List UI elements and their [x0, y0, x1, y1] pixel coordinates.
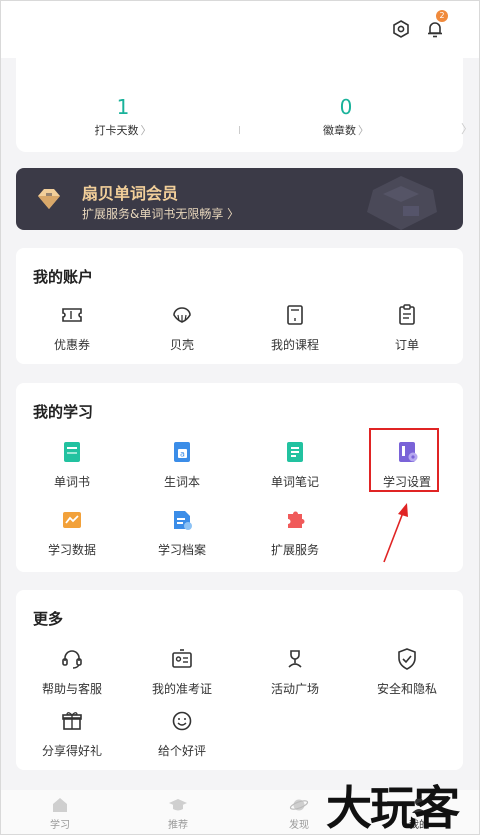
study-data-label: 学习数据 [47, 543, 96, 557]
study-title: 我的学习 [33, 403, 94, 421]
wordbook-item[interactable]: 单词书 [17, 439, 127, 490]
extension-label: 扩展服务 [270, 543, 319, 557]
tab-discover[interactable]: 发现 [269, 796, 329, 831]
notification-badge: 2 [436, 10, 448, 22]
highlight-box [369, 428, 439, 492]
activity-item[interactable]: 活动广场 [240, 646, 350, 697]
study-archive-icon [169, 507, 195, 533]
stats-card: 1 打卡天数〉 0 徽章数〉 〉 [16, 58, 473, 152]
order-item[interactable]: 订单 [352, 302, 462, 353]
checkin-days-label: 打卡天数 [94, 124, 139, 137]
admission-ticket-icon [169, 646, 195, 672]
top-bar: 2 [0, 0, 480, 58]
tab-study-label: 学习 [50, 820, 70, 831]
course-label: 我的课程 [270, 338, 319, 352]
admission-ticket-item[interactable]: 我的准考证 [127, 646, 237, 697]
word-notes-item[interactable]: 单词笔记 [240, 439, 350, 490]
coupon-item[interactable]: 优惠券 [17, 302, 127, 353]
gift-icon [59, 708, 85, 734]
divider [239, 126, 240, 134]
chevron-right-icon: 〉 [140, 124, 152, 137]
admission-ticket-label: 我的准考证 [151, 682, 212, 696]
shell-icon [169, 302, 195, 328]
study-data-icon [59, 507, 85, 533]
extension-item[interactable]: 扩展服务 [240, 507, 350, 558]
chevron-right-icon: 〉 [460, 122, 473, 136]
more-card: 更多 帮助与客服 我的准考证 活动广场 安全和隐私 分享得好礼 给个好评 [16, 590, 463, 770]
rate-label: 给个好评 [157, 744, 206, 758]
graduation-cap-icon [168, 796, 188, 814]
headset-icon [59, 646, 85, 672]
checkin-days-stat[interactable]: 1 打卡天数〉 [63, 94, 183, 138]
rate-item[interactable]: 给个好评 [127, 708, 237, 759]
security-label: 安全和隐私 [376, 682, 437, 696]
account-title: 我的账户 [33, 268, 94, 286]
security-item[interactable]: 安全和隐私 [352, 646, 462, 697]
study-archive-item[interactable]: 学习档案 [127, 507, 237, 558]
vocab-notebook-label: 生词本 [163, 475, 200, 489]
tab-recommend[interactable]: 推荐 [148, 796, 208, 831]
shield-icon [394, 646, 420, 672]
wordbook-icon [59, 439, 85, 465]
watermark: 大玩客 [326, 781, 460, 835]
tab-recommend-label: 推荐 [168, 820, 188, 831]
activity-icon [282, 646, 308, 672]
course-icon [282, 302, 308, 328]
account-card: 我的账户 优惠券 贝壳 我的课程 订单 [16, 248, 463, 364]
vocab-notebook-icon: a [169, 439, 195, 465]
share-label: 分享得好礼 [41, 744, 102, 758]
arrow-annotation-icon [383, 503, 408, 563]
member-banner[interactable]: 扇贝单词会员 扩展服务&单词书无限畅享 〉 [16, 168, 463, 230]
bell-icon[interactable]: 2 [424, 10, 448, 40]
tab-discover-label: 发现 [289, 820, 309, 831]
planet-icon [289, 796, 309, 814]
chevron-right-icon: 〉 [358, 124, 369, 137]
more-title: 更多 [33, 610, 64, 628]
tab-study[interactable]: 学习 [30, 796, 90, 831]
word-notes-label: 单词笔记 [270, 475, 319, 489]
study-data-item[interactable]: 学习数据 [17, 507, 127, 558]
order-icon [394, 302, 420, 328]
smile-icon [169, 708, 195, 734]
wordbook-label: 单词书 [53, 475, 90, 489]
badge-count-stat[interactable]: 0 徽章数〉 [286, 94, 406, 138]
activity-label: 活动广场 [270, 682, 319, 696]
coupon-label: 优惠券 [53, 338, 90, 352]
vocab-notebook-item[interactable]: a 生词本 [127, 439, 237, 490]
shell-label: 贝壳 [169, 338, 194, 352]
course-item[interactable]: 我的课程 [240, 302, 350, 353]
share-item[interactable]: 分享得好礼 [17, 708, 127, 759]
settings-hexagon-icon[interactable] [390, 18, 412, 40]
help-item[interactable]: 帮助与客服 [17, 646, 127, 697]
extension-icon [282, 507, 308, 533]
svg-text:a: a [180, 450, 185, 459]
diamond-decoration-icon [367, 176, 437, 230]
home-icon [50, 796, 70, 814]
coupon-icon [59, 302, 85, 328]
diamond-icon [38, 189, 60, 209]
badge-count-value: 0 [339, 95, 353, 119]
member-subtitle: 扩展服务&单词书无限畅享 〉 [82, 207, 240, 221]
checkin-days-value: 1 [116, 95, 130, 119]
member-title: 扇贝单词会员 [82, 184, 179, 203]
badge-count-label: 徽章数 [323, 124, 356, 137]
help-label: 帮助与客服 [41, 682, 102, 696]
shell-item[interactable]: 贝壳 [127, 302, 237, 353]
order-label: 订单 [394, 338, 419, 352]
study-archive-label: 学习档案 [157, 543, 206, 557]
word-notes-icon [282, 439, 308, 465]
